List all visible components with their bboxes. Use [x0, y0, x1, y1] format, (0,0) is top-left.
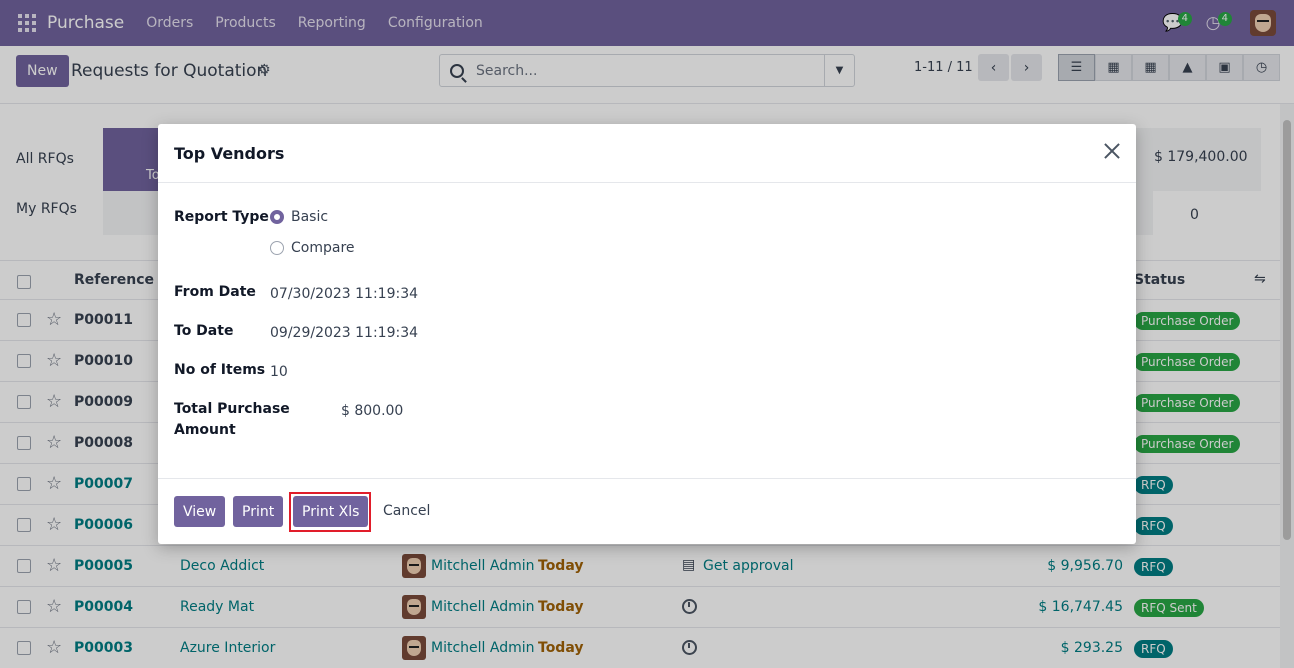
- total-purchase-label-line2: Amount: [174, 422, 236, 438]
- no-of-items-label: No of Items: [174, 362, 266, 378]
- close-icon[interactable]: [1102, 141, 1122, 161]
- from-date-label: From Date: [174, 284, 256, 300]
- report-type-label: Report Type: [174, 209, 269, 225]
- print-xls-button[interactable]: Print Xls: [293, 496, 369, 527]
- radio-basic[interactable]: [270, 210, 284, 224]
- radio-basic-label[interactable]: Basic: [291, 209, 328, 225]
- to-date-field[interactable]: 09/29/2023 11:19:34: [270, 325, 418, 341]
- radio-compare[interactable]: [270, 241, 284, 255]
- radio-compare-label[interactable]: Compare: [291, 240, 355, 256]
- no-of-items-field[interactable]: 10: [270, 364, 288, 380]
- total-purchase-label-line1: Total Purchase: [174, 401, 290, 417]
- view-button[interactable]: View: [174, 496, 226, 527]
- print-button[interactable]: Print: [233, 496, 284, 527]
- dialog-footer: View Print Print Xls Cancel: [158, 478, 1136, 544]
- dialog-title: Top Vendors: [174, 144, 285, 163]
- top-vendors-dialog: Top Vendors Report Type Basic Compare Fr…: [158, 124, 1136, 544]
- dialog-header: Top Vendors: [158, 124, 1136, 183]
- cancel-button[interactable]: Cancel: [383, 503, 430, 519]
- from-date-field[interactable]: 07/30/2023 11:19:34: [270, 286, 418, 302]
- to-date-label: To Date: [174, 323, 234, 339]
- total-purchase-amount: $ 800.00: [341, 403, 404, 419]
